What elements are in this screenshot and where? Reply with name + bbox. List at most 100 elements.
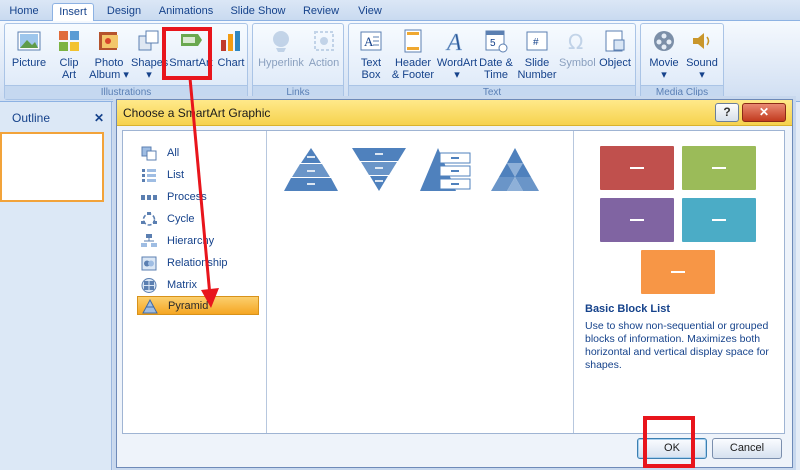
chart-icon [221, 31, 240, 51]
hyperlink-icon [273, 31, 289, 52]
category-relationship[interactable]: Relationship [137, 254, 259, 273]
header-footer-label-1: Header [394, 57, 432, 69]
movie-button[interactable]: Movie ▾ [645, 26, 683, 86]
category-label: Hierarchy [167, 235, 215, 247]
clip-art-label-1: Clip [59, 57, 79, 69]
sound-label-1: Sound [686, 57, 718, 69]
text-box-label-1: Text [360, 57, 382, 69]
basic-pyramid-thumbnail[interactable] [282, 145, 340, 195]
action-button[interactable]: Action [307, 26, 341, 86]
sound-button[interactable]: Sound ▾ [683, 26, 721, 86]
segmented-pyramid-thumbnail[interactable] [486, 145, 544, 195]
tab-animations[interactable]: Animations [154, 3, 218, 21]
symbol-button[interactable]: Ω Symbol [559, 26, 596, 86]
dialog-close-button[interactable]: ✕ [742, 103, 786, 122]
smartart-dialog: Choose a SmartArt Graphic ? ✕ All List P… [116, 99, 793, 468]
matrix-icon [141, 278, 157, 293]
wordart-button[interactable]: A WordArt ▾ [435, 26, 479, 86]
hierarchy-icon [141, 234, 157, 247]
tab-view[interactable]: View [352, 3, 388, 21]
pane-close-icon[interactable]: ✕ [94, 108, 108, 128]
pyramid-icon [142, 299, 158, 314]
ribbon: Picture Clip Art Photo Album ▾ Shapes ▾ … [0, 21, 800, 102]
category-matrix[interactable]: Matrix [137, 276, 259, 295]
ribbon-tab-bar: Home Insert Design Animations Slide Show… [0, 0, 800, 22]
tab-design[interactable]: Design [102, 3, 146, 21]
clip-art-label-2: Art [61, 69, 77, 81]
shapes-icon [138, 30, 159, 51]
photo-album-icon [99, 32, 118, 50]
category-label: Relationship [167, 257, 228, 269]
svg-text:5: 5 [490, 38, 496, 49]
category-process[interactable]: Process [137, 188, 259, 207]
pyramid-list-thumbnail[interactable] [418, 145, 476, 195]
tab-home[interactable]: Home [4, 3, 44, 21]
chart-button[interactable]: Chart [215, 26, 247, 86]
layout-gallery [268, 131, 574, 433]
header-footer-button[interactable]: Header & Footer [391, 26, 435, 86]
header-footer-label-2: & Footer [391, 69, 435, 81]
slide-number-icon: # [526, 31, 548, 51]
category-label: Pyramid [168, 300, 209, 312]
slide-number-button[interactable]: # Slide Number [515, 26, 559, 86]
cancel-button[interactable]: Cancel [712, 438, 782, 459]
cycle-icon [141, 212, 157, 226]
tab-review[interactable]: Review [298, 3, 344, 21]
all-icon [141, 146, 157, 161]
category-list-item[interactable]: List [137, 166, 259, 185]
links-group-label: Links [253, 85, 343, 99]
symbol-label: Symbol [559, 57, 596, 69]
slide-number-label-2: Number [517, 69, 557, 81]
object-icon [605, 30, 625, 52]
photo-album-label-2: Album ▾ [89, 69, 129, 81]
wordart-label-2: ▾ [454, 69, 460, 81]
speaker-icon [693, 33, 710, 49]
ok-highlight-box [643, 416, 695, 468]
category-label: All [167, 147, 180, 159]
group-links: Hyperlink Action Links [252, 23, 344, 100]
category-hierarchy[interactable]: Hierarchy [137, 232, 259, 251]
clip-art-button[interactable]: Clip Art [51, 26, 87, 86]
dialog-title: Choose a SmartArt Graphic [117, 100, 792, 126]
photo-album-label-1: Photo [94, 57, 124, 69]
text-group-label: Text [349, 85, 635, 99]
picture-button[interactable]: Picture [9, 26, 49, 86]
svg-text:A: A [445, 30, 462, 54]
film-reel-icon [654, 31, 674, 51]
illustrations-group-label: Illustrations [5, 85, 247, 99]
date-time-icon: 5 [485, 30, 508, 53]
date-time-button[interactable]: 5 Date & Time [479, 26, 513, 86]
process-icon [141, 195, 157, 200]
object-button[interactable]: Object [597, 26, 633, 86]
text-box-button[interactable]: A Text Box [353, 26, 389, 86]
preview-description: Use to show non-sequential or grouped bl… [585, 320, 769, 371]
layout-preview: Basic Block List Use to show non-sequent… [575, 131, 786, 433]
category-pyramid[interactable]: Pyramid [137, 296, 259, 315]
omega-icon: Ω [568, 30, 583, 54]
slide-thumbnail[interactable] [0, 132, 104, 202]
category-cycle[interactable]: Cycle [137, 210, 259, 229]
slide-number-label-1: Slide [524, 57, 550, 69]
svg-text:#: # [533, 37, 539, 48]
tab-slide-show[interactable]: Slide Show [226, 3, 290, 21]
category-label: Cycle [167, 213, 195, 225]
date-time-label-1: Date & [479, 57, 513, 69]
date-time-label-2: Time [483, 69, 509, 81]
picture-icon [17, 31, 41, 51]
media-clips-group-label: Media Clips [641, 85, 723, 99]
tab-insert[interactable]: Insert [52, 3, 94, 22]
category-label: Matrix [167, 279, 197, 291]
category-label: List [167, 169, 185, 181]
preview-title: Basic Block List [585, 303, 670, 315]
hyperlink-button[interactable]: Hyperlink [257, 26, 305, 86]
sound-label-2: ▾ [699, 69, 705, 81]
tab-outline[interactable]: Outline [12, 108, 72, 128]
movie-label-1: Movie [649, 57, 679, 69]
wordart-icon: A [445, 30, 463, 54]
category-all[interactable]: All [137, 144, 259, 163]
inverted-pyramid-thumbnail[interactable] [350, 145, 408, 195]
wordart-label-1: WordArt [436, 57, 478, 69]
help-button[interactable]: ? [715, 103, 739, 122]
photo-album-button[interactable]: Photo Album ▾ [89, 26, 129, 86]
dialog-body: All List Process Cycle Hierarchy Relatio… [122, 130, 785, 434]
